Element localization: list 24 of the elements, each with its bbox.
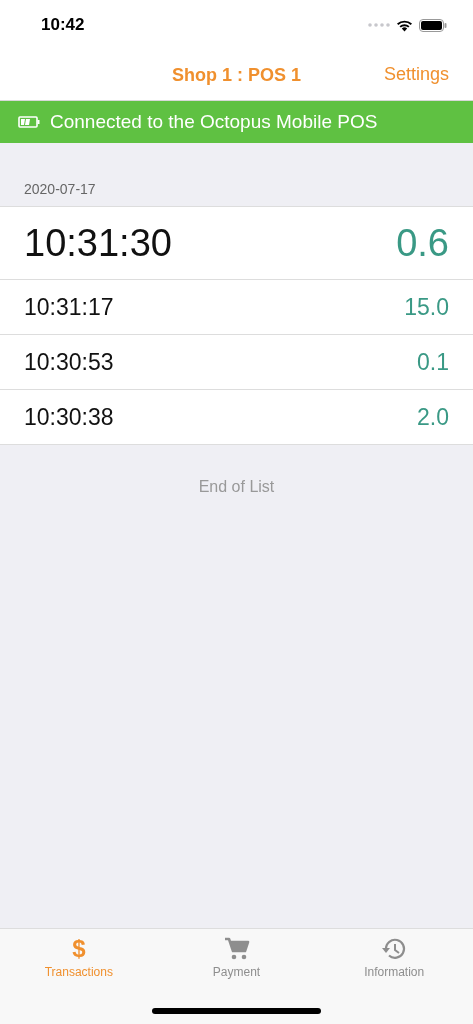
status-time: 10:42	[41, 15, 85, 35]
transaction-time: 10:31:17	[24, 293, 114, 321]
banner-text: Connected to the Octopus Mobile POS	[50, 111, 378, 133]
section-date: 2020-07-17	[24, 181, 97, 197]
transaction-row[interactable]: 10:30:38 2.0	[0, 389, 473, 444]
cart-icon	[223, 937, 250, 961]
transaction-row[interactable]: 10:31:30 0.6	[0, 207, 473, 279]
dollar-icon: $	[72, 937, 86, 961]
history-icon	[381, 937, 408, 961]
signal-icon	[368, 23, 390, 27]
transaction-row[interactable]: 10:31:17 15.0	[0, 279, 473, 334]
battery-icon	[18, 116, 40, 128]
wifi-icon	[396, 18, 413, 32]
transaction-amount: 2.0	[417, 403, 449, 431]
transaction-time: 10:31:30	[24, 221, 172, 265]
nav-title: Shop 1 : POS 1	[172, 64, 301, 86]
transaction-time: 10:30:53	[24, 348, 114, 376]
transaction-row[interactable]: 10:30:53 0.1	[0, 334, 473, 389]
transaction-amount: 0.1	[417, 348, 449, 376]
transaction-time: 10:30:38	[24, 403, 114, 431]
end-of-list-text: End of List	[198, 478, 275, 496]
battery-icon	[419, 18, 447, 32]
transaction-amount: 15.0	[404, 293, 449, 321]
transaction-amount: 0.6	[396, 221, 449, 265]
